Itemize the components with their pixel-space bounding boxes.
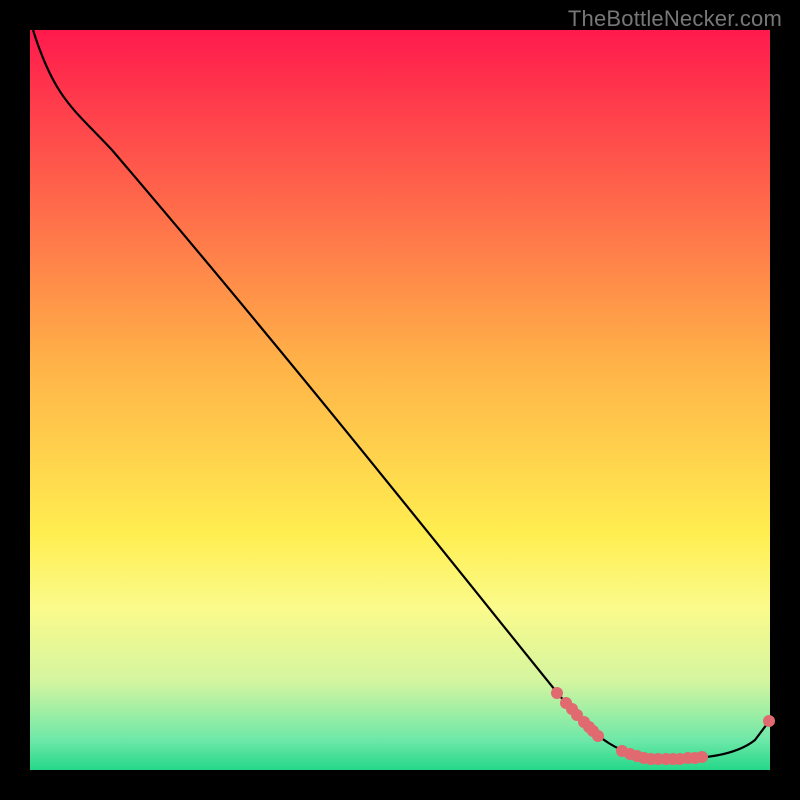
data-point-marker — [592, 730, 604, 742]
data-point-marker — [551, 687, 563, 699]
bottleneck-chart-svg — [0, 0, 800, 800]
data-point-marker — [763, 715, 775, 727]
watermark-text: TheBottleNecker.com — [568, 6, 782, 32]
data-point-marker — [696, 751, 708, 763]
chart-container: TheBottleNecker.com — [0, 0, 800, 800]
markers-tail — [763, 715, 775, 727]
plot-background — [30, 30, 770, 770]
